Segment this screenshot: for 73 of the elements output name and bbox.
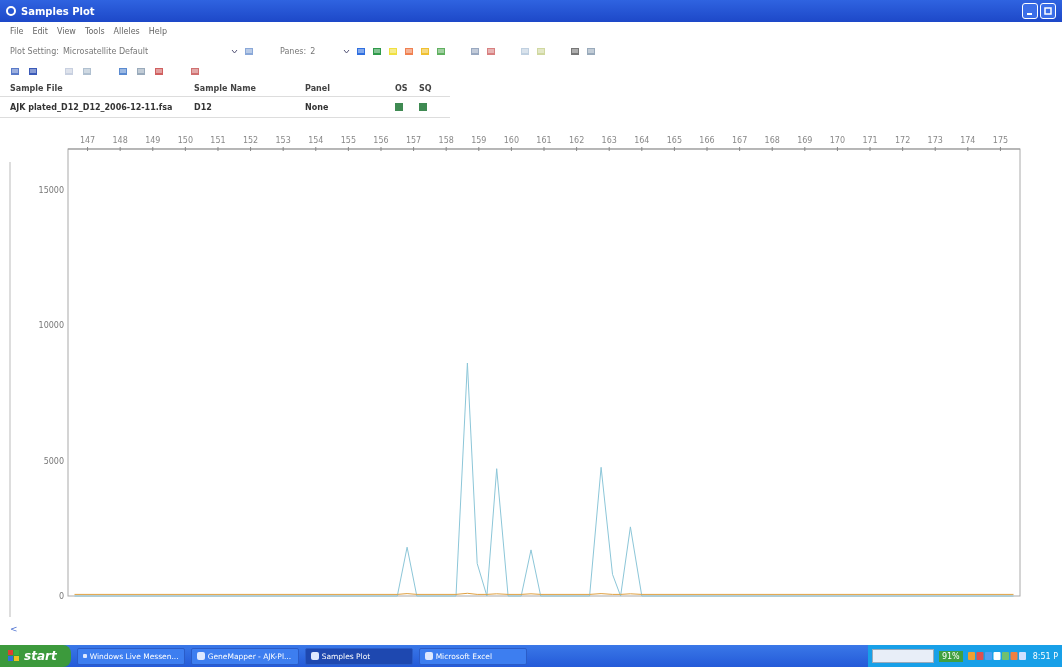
scroll-left-button[interactable]: < — [10, 624, 18, 634]
x-tick-label: 162 — [568, 136, 585, 145]
toolbar-field[interactable] — [871, 649, 934, 663]
start-button[interactable]: start — [0, 645, 71, 667]
plot-setting-label: Plot Setting: — [10, 46, 59, 56]
x-tick-label: 159 — [471, 136, 487, 145]
caret-icon — [343, 48, 351, 54]
panes-dropdown[interactable]: 2 — [310, 46, 351, 56]
clock: 8:51 P — [1032, 651, 1058, 661]
dye-icon[interactable] — [436, 46, 447, 56]
maximize-button[interactable] — [1040, 3, 1056, 19]
y-tick-label: 10000 — [38, 321, 64, 331]
x-tick-label: 173 — [927, 136, 943, 145]
x-tick-label: 155 — [340, 136, 356, 145]
panes-label: Panes: — [279, 46, 307, 56]
x-tick-label: 164 — [634, 136, 650, 145]
window-icon — [424, 652, 433, 660]
windows-flag-icon — [8, 650, 20, 662]
x-tick-label: 168 — [764, 136, 780, 145]
x-tick-label: 165 — [666, 136, 683, 145]
window-icon — [196, 652, 205, 660]
x-tick-label: 153 — [275, 136, 291, 145]
x-tick-label: 172 — [895, 136, 911, 145]
x-tick-label: 147 — [79, 136, 96, 145]
y-tick-label: 15000 — [38, 185, 64, 195]
x-tick-label: 152 — [242, 136, 259, 145]
x-tick-label: 160 — [503, 136, 520, 145]
column-header[interactable]: SQ — [419, 83, 449, 93]
caret-icon — [230, 48, 238, 54]
app-icon — [6, 6, 16, 16]
maximize-icon — [1044, 7, 1052, 15]
plot-setting-dropdown[interactable]: Microsatellite Default — [62, 46, 238, 56]
x-tick-label: 161 — [536, 136, 552, 145]
window-icon — [310, 652, 319, 660]
tray-icons-drawing[interactable] — [967, 651, 1028, 661]
dye-icon[interactable] — [404, 46, 415, 56]
x-tick-label: 167 — [732, 136, 748, 145]
x-tick-label: 148 — [112, 136, 128, 145]
x-tick-label: 150 — [177, 136, 193, 145]
x-tick-label: 157 — [405, 136, 422, 145]
x-tick-label: 171 — [862, 136, 878, 145]
menu-item[interactable]: File — [10, 26, 24, 36]
x-tick-label: 156 — [373, 136, 389, 145]
table-cell-text: D12 — [194, 102, 213, 112]
x-tick-label: 169 — [797, 136, 813, 145]
x-tick-label: 166 — [699, 136, 715, 145]
menu-item[interactable]: Tools — [84, 26, 105, 36]
column-header[interactable]: Sample Name — [194, 83, 305, 93]
table-cell-text: None — [305, 102, 330, 112]
x-tick-label: 154 — [308, 136, 324, 145]
x-tick-label: 175 — [992, 136, 1009, 145]
x-tick-label: 174 — [960, 136, 976, 145]
x-tick-label: 151 — [210, 136, 226, 145]
menu-item[interactable]: Help — [148, 26, 167, 36]
window-icon — [82, 652, 87, 660]
table-cell-text: AJK plated_D12_D12_2006-12-11.fsa — [10, 102, 174, 112]
dye-icon[interactable] — [372, 46, 383, 56]
menu-item[interactable]: View — [56, 26, 76, 36]
x-tick-label: 149 — [145, 136, 161, 145]
minimize-button[interactable] — [1022, 3, 1038, 19]
column-header[interactable]: OS — [395, 83, 419, 93]
column-header[interactable]: Panel — [305, 83, 395, 93]
x-tick-label: 158 — [438, 136, 454, 145]
battery-percent: 91% — [938, 650, 963, 662]
menu-item[interactable]: Edit — [32, 26, 48, 36]
dye-icon[interactable] — [356, 46, 367, 56]
y-tick-label: 0 — [58, 592, 64, 601]
column-header[interactable]: Sample File — [10, 83, 194, 93]
window-title: Samples Plot — [21, 5, 95, 17]
x-tick-label: 170 — [829, 136, 846, 145]
x-tick-label: 163 — [601, 136, 617, 145]
menu-item[interactable]: Alleles — [113, 26, 140, 36]
y-tick-label: 5000 — [43, 456, 64, 466]
